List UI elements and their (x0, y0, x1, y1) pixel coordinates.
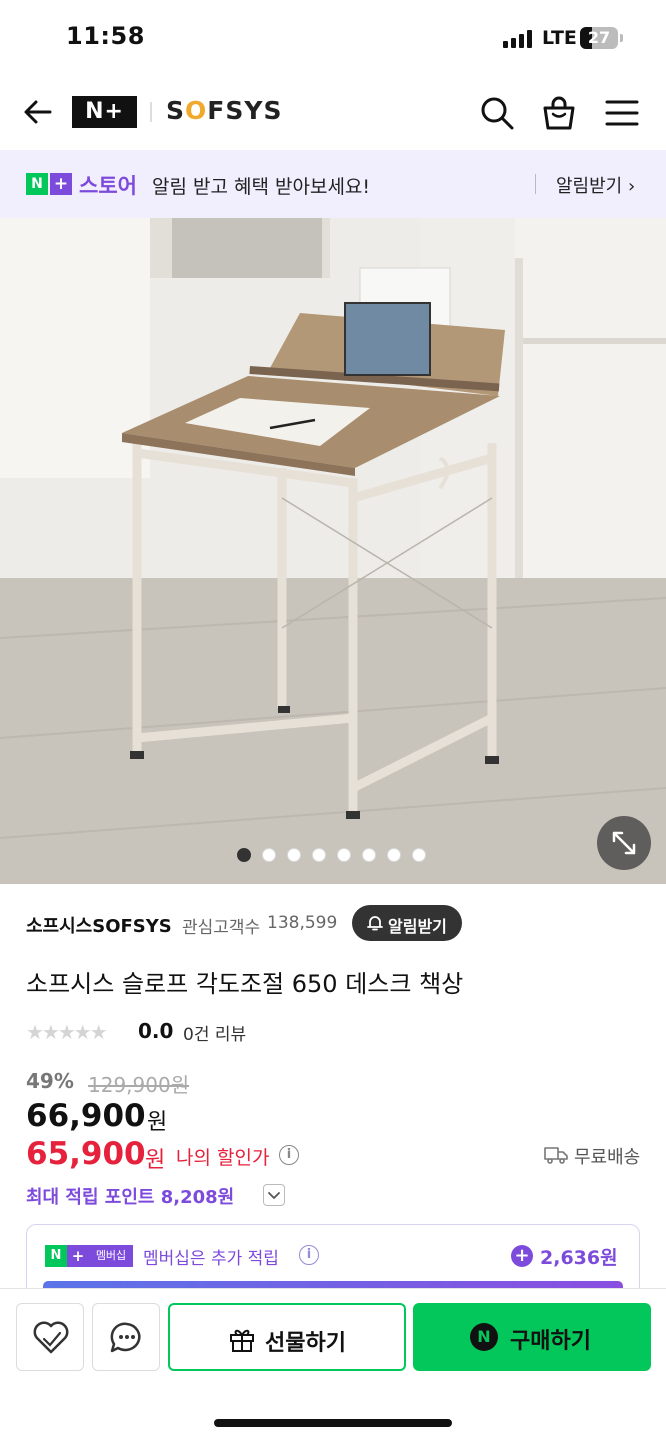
sale-price-unit: 원 (147, 1110, 168, 1135)
cart-icon[interactable] (540, 94, 578, 132)
bell-icon (367, 916, 383, 931)
search-icon[interactable] (478, 94, 516, 132)
talk-button[interactable] (92, 1303, 160, 1371)
bottom-action-bar: 선물하기 N 구매하기 (0, 1288, 666, 1440)
delivery-truck-icon (544, 1147, 568, 1164)
status-bar: 11:58 LTE 27 (0, 0, 666, 76)
brand-logo-part: S (166, 96, 186, 125)
rating-value: 0.0 (138, 1019, 174, 1043)
badge-label: 멤버십 (89, 1245, 133, 1267)
home-indicator (214, 1419, 452, 1427)
npay-icon: N (470, 1323, 498, 1351)
expand-image-button[interactable] (597, 816, 651, 870)
product-image-carousel[interactable] (0, 218, 666, 884)
menu-icon[interactable] (603, 94, 641, 132)
badge-n: N (45, 1245, 67, 1267)
naver-plus-store-logo: N + (26, 173, 72, 195)
battery-level: 27 (587, 28, 611, 47)
membership-points: 2,636원 (540, 1247, 618, 1269)
info-icon[interactable]: i (279, 1145, 299, 1165)
my-discount-label: 나의 할인가 (176, 1147, 270, 1169)
membership-info-icon[interactable]: i (299, 1245, 319, 1265)
product-title: 소프시스 슬로프 각도조절 650 데스크 책상 (26, 970, 464, 998)
seller-name[interactable]: 소프시스SOFSYS (26, 912, 172, 938)
notification-banner[interactable]: N + 스토어 알림 받고 혜택 받아보세요! 알림받기 › (0, 150, 666, 218)
like-button[interactable] (16, 1303, 84, 1371)
carousel-dot[interactable] (312, 848, 326, 862)
review-count-link[interactable]: 0건 리뷰 (183, 1020, 246, 1045)
original-price: 129,900원 (88, 1073, 190, 1097)
carousel-dot[interactable] (412, 848, 426, 862)
rating-stars: ★★★★★ (26, 1020, 108, 1044)
top-header: N+ SOFSYS (0, 76, 666, 150)
chevron-down-icon (268, 1192, 280, 1199)
battery-tip (620, 34, 623, 42)
buy-label: 구매하기 (510, 1329, 591, 1354)
gift-button[interactable]: 선물하기 (168, 1303, 406, 1371)
network-label: LTE (542, 27, 577, 49)
naver-plus-logo[interactable]: N+ (72, 96, 137, 128)
expand-icon (612, 831, 636, 855)
shipping-label: 무료배송 (574, 1147, 641, 1168)
carousel-dot[interactable] (387, 848, 401, 862)
battery-icon: 27 (580, 27, 618, 49)
brand-logo-o: O (185, 96, 208, 125)
back-arrow-icon[interactable] (20, 94, 56, 130)
plus-icon: + (511, 1245, 533, 1267)
gift-icon (230, 1329, 254, 1352)
brand-logo-part: FSYS (207, 96, 283, 125)
carousel-dot[interactable] (337, 848, 351, 862)
seller-alarm-button[interactable]: 알림받기 (352, 905, 462, 941)
membership-badge: N + 멤버십 (45, 1245, 133, 1267)
signal-icon (503, 30, 535, 48)
points-expand-button[interactable] (263, 1184, 285, 1206)
discount-rate: 49% (26, 1069, 74, 1093)
followers-label: 관심고객수 (182, 918, 261, 938)
product-photo (0, 218, 666, 884)
chat-icon (110, 1322, 141, 1353)
carousel-dot[interactable] (287, 848, 301, 862)
my-discount-price-unit: 원 (145, 1148, 166, 1173)
gift-label: 선물하기 (265, 1331, 346, 1356)
logo-n: N (26, 173, 48, 195)
sale-price: 66,900 (26, 1098, 146, 1134)
subscribe-alarm-link[interactable]: 알림받기 › (556, 172, 635, 198)
carousel-dot[interactable] (237, 848, 251, 862)
store-label: 스토어 (79, 174, 137, 198)
carousel-dot[interactable] (262, 848, 276, 862)
max-points: 최대 적립 포인트 8,208원 (26, 1187, 235, 1208)
my-discount-price: 65,900 (26, 1136, 146, 1172)
carousel-dot[interactable] (362, 848, 376, 862)
membership-text: 멤버십은 추가 적립 (143, 1249, 279, 1269)
seller-alarm-label: 알림받기 (388, 917, 447, 936)
brand-logo[interactable]: SOFSYS (166, 96, 282, 125)
buy-button[interactable]: N 구매하기 (413, 1303, 651, 1371)
logo-plus: + (50, 173, 72, 195)
heart-icon (33, 1321, 69, 1354)
banner-divider (535, 174, 536, 194)
banner-message: 알림 받고 혜택 받아보세요! (152, 176, 371, 198)
header-divider (150, 102, 152, 122)
badge-plus: + (67, 1245, 89, 1267)
followers-count: 138,599 (267, 913, 338, 933)
clock: 11:58 (66, 22, 145, 50)
